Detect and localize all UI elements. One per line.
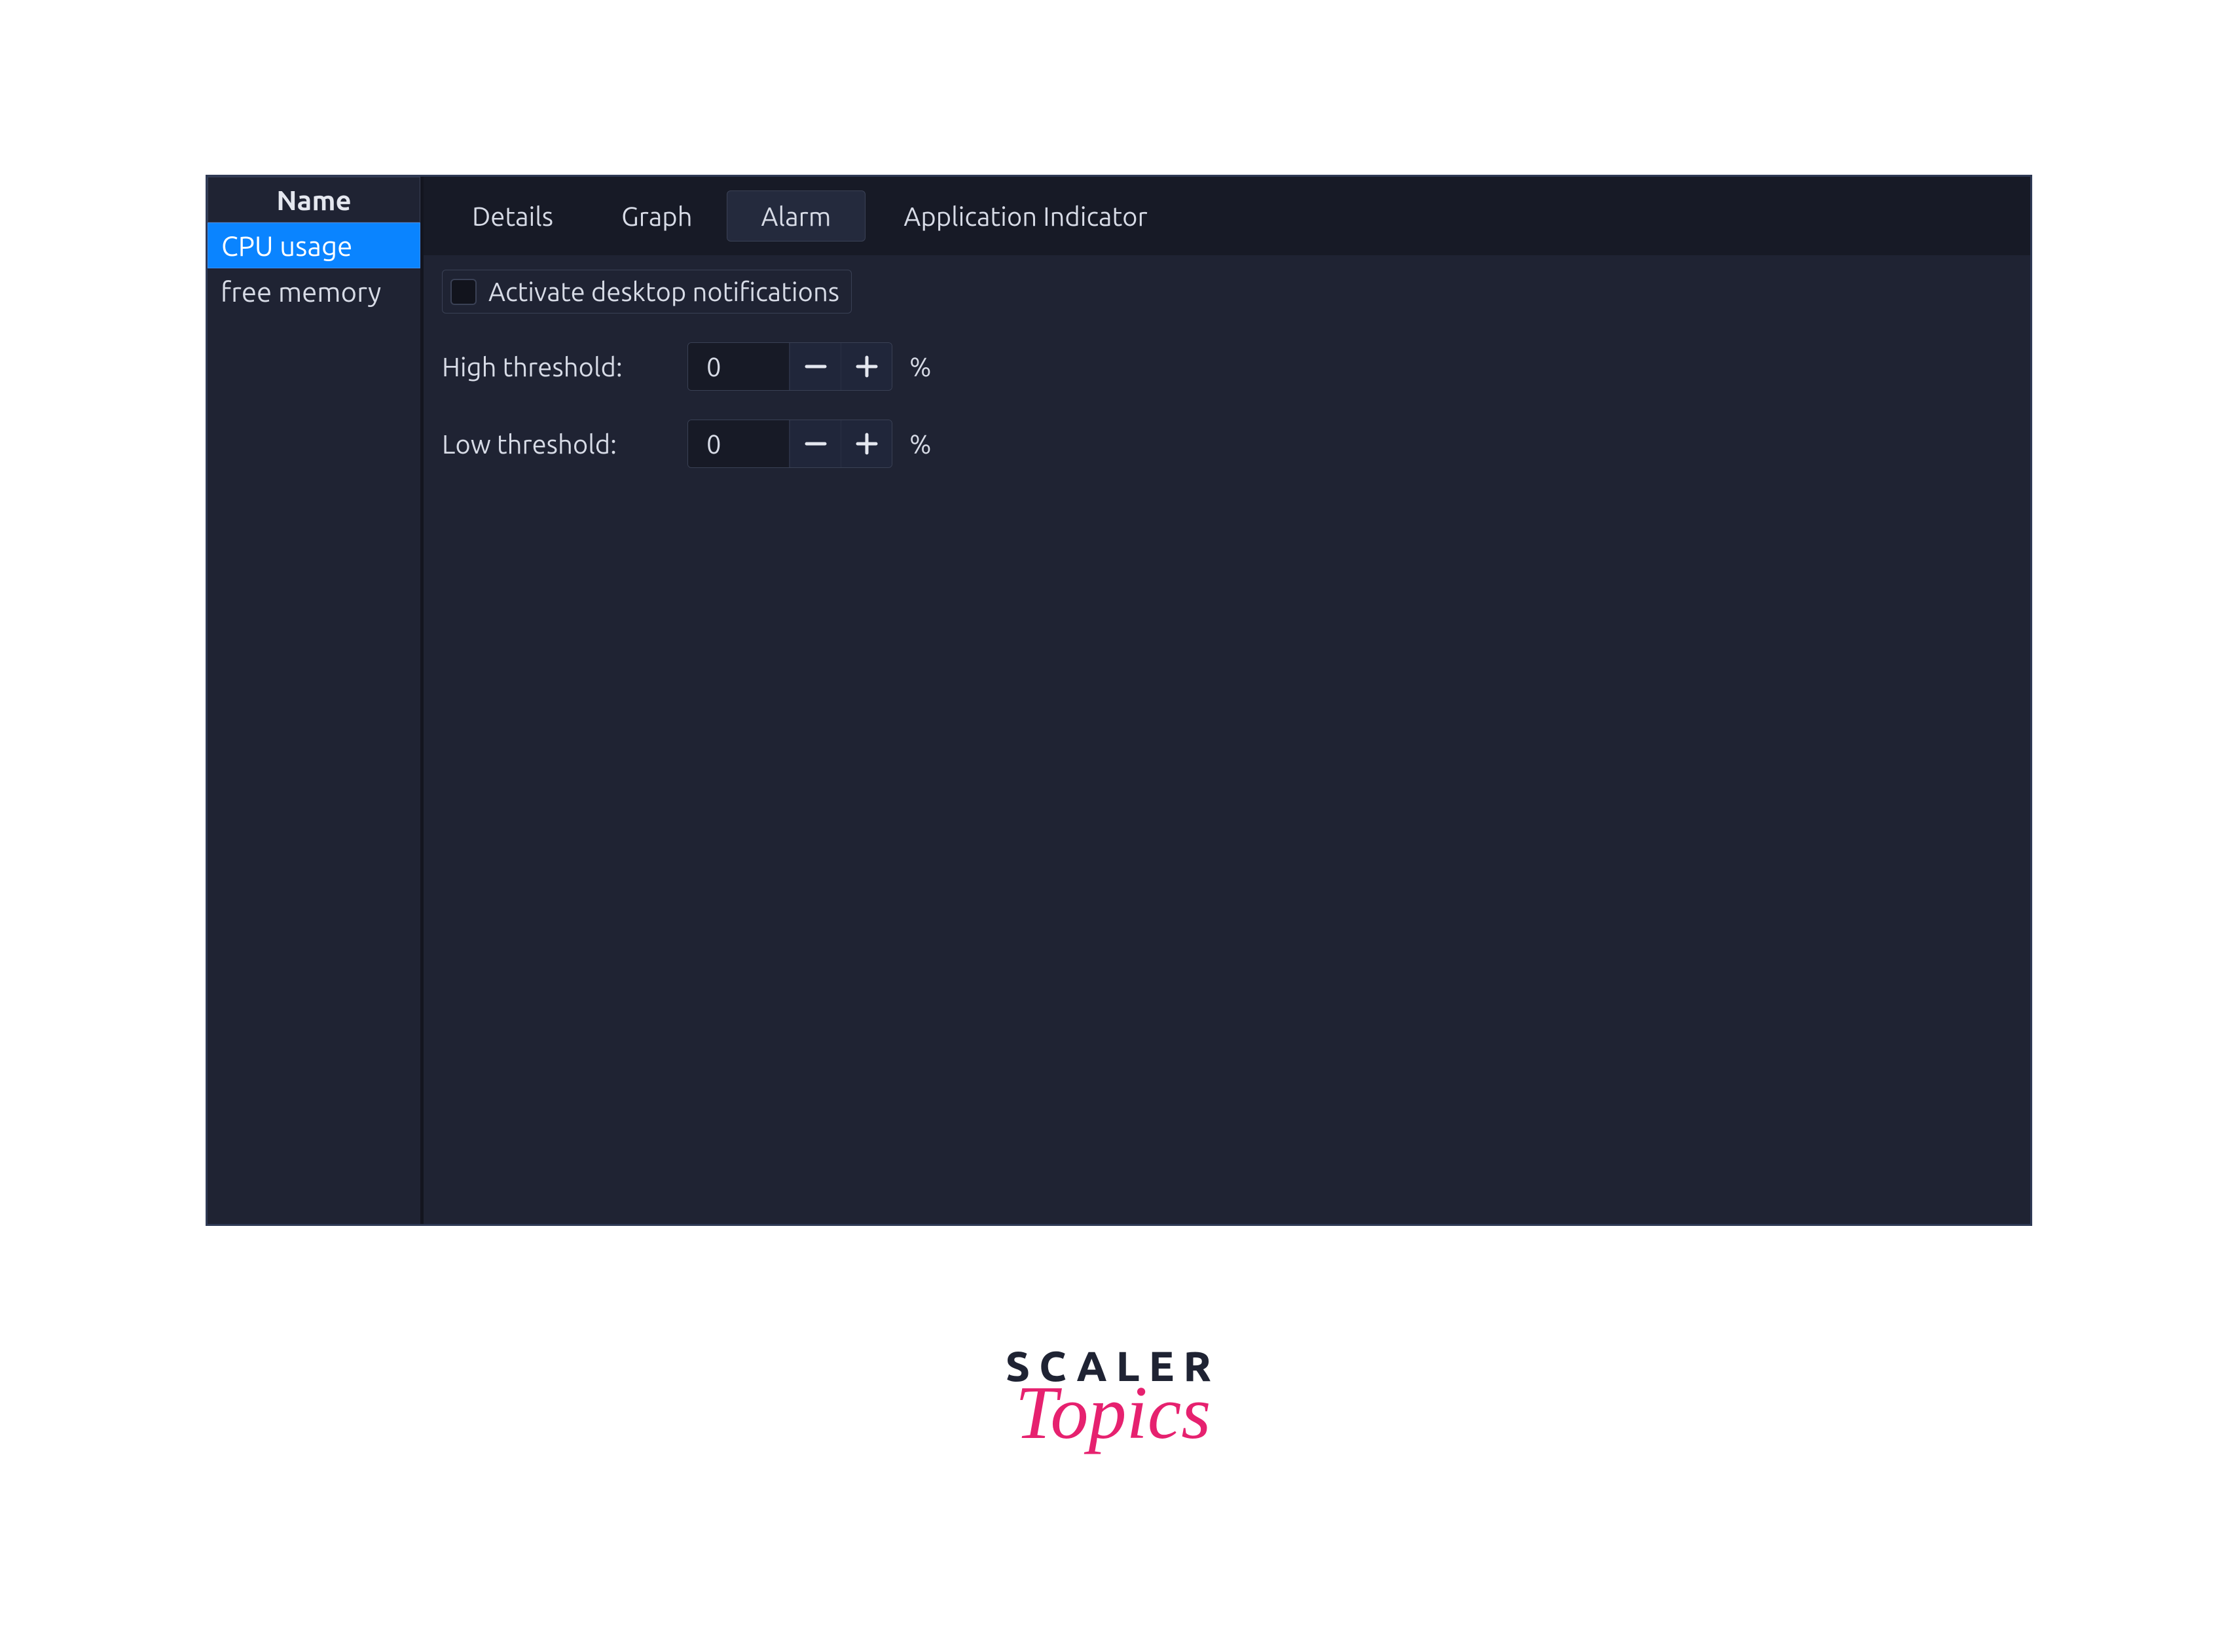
tab-details[interactable]: Details <box>438 190 587 242</box>
tab-alarm[interactable]: Alarm <box>727 190 866 242</box>
high-threshold-row: High threshold: 0 % <box>442 342 2012 391</box>
low-threshold-input[interactable]: 0 <box>688 420 790 467</box>
minus-icon <box>803 431 829 457</box>
plus-icon <box>854 431 880 457</box>
high-threshold-increment-button[interactable] <box>841 343 892 390</box>
sidebar-item-free-memory[interactable]: free memory <box>208 268 420 314</box>
low-threshold-stepper: 0 <box>687 420 892 468</box>
low-threshold-row: Low threshold: 0 % <box>442 420 2012 468</box>
minus-icon <box>803 353 829 380</box>
main-panel: Details Graph Alarm Application Indicato… <box>424 177 2030 1224</box>
high-threshold-input[interactable]: 0 <box>688 343 790 390</box>
tab-application-indicator[interactable]: Application Indicator <box>866 190 1185 242</box>
brand-word-topics: Topics <box>1006 1383 1220 1444</box>
brand-logo: SCALER Topics <box>1006 1345 1220 1444</box>
high-threshold-stepper: 0 <box>687 342 892 391</box>
sidebar-item-cpu-usage[interactable]: CPU usage <box>208 223 420 268</box>
sidebar: Name CPU usage free memory <box>208 177 424 1224</box>
app-window: Name CPU usage free memory Details Graph… <box>206 175 2032 1226</box>
high-threshold-label: High threshold: <box>442 352 674 382</box>
tab-graph[interactable]: Graph <box>587 190 726 242</box>
high-threshold-decrement-button[interactable] <box>790 343 841 390</box>
activate-notifications-label: Activate desktop notifications <box>488 277 839 306</box>
low-threshold-increment-button[interactable] <box>841 420 892 467</box>
low-threshold-unit: % <box>909 429 932 459</box>
alarm-content: Activate desktop notifications High thre… <box>424 255 2030 1224</box>
checkbox-icon <box>450 279 477 305</box>
tab-bar: Details Graph Alarm Application Indicato… <box>424 177 2030 255</box>
low-threshold-label: Low threshold: <box>442 429 674 459</box>
sidebar-header-name[interactable]: Name <box>208 177 420 223</box>
activate-notifications-checkbox[interactable]: Activate desktop notifications <box>442 270 852 314</box>
high-threshold-unit: % <box>909 352 932 382</box>
low-threshold-decrement-button[interactable] <box>790 420 841 467</box>
plus-icon <box>854 353 880 380</box>
